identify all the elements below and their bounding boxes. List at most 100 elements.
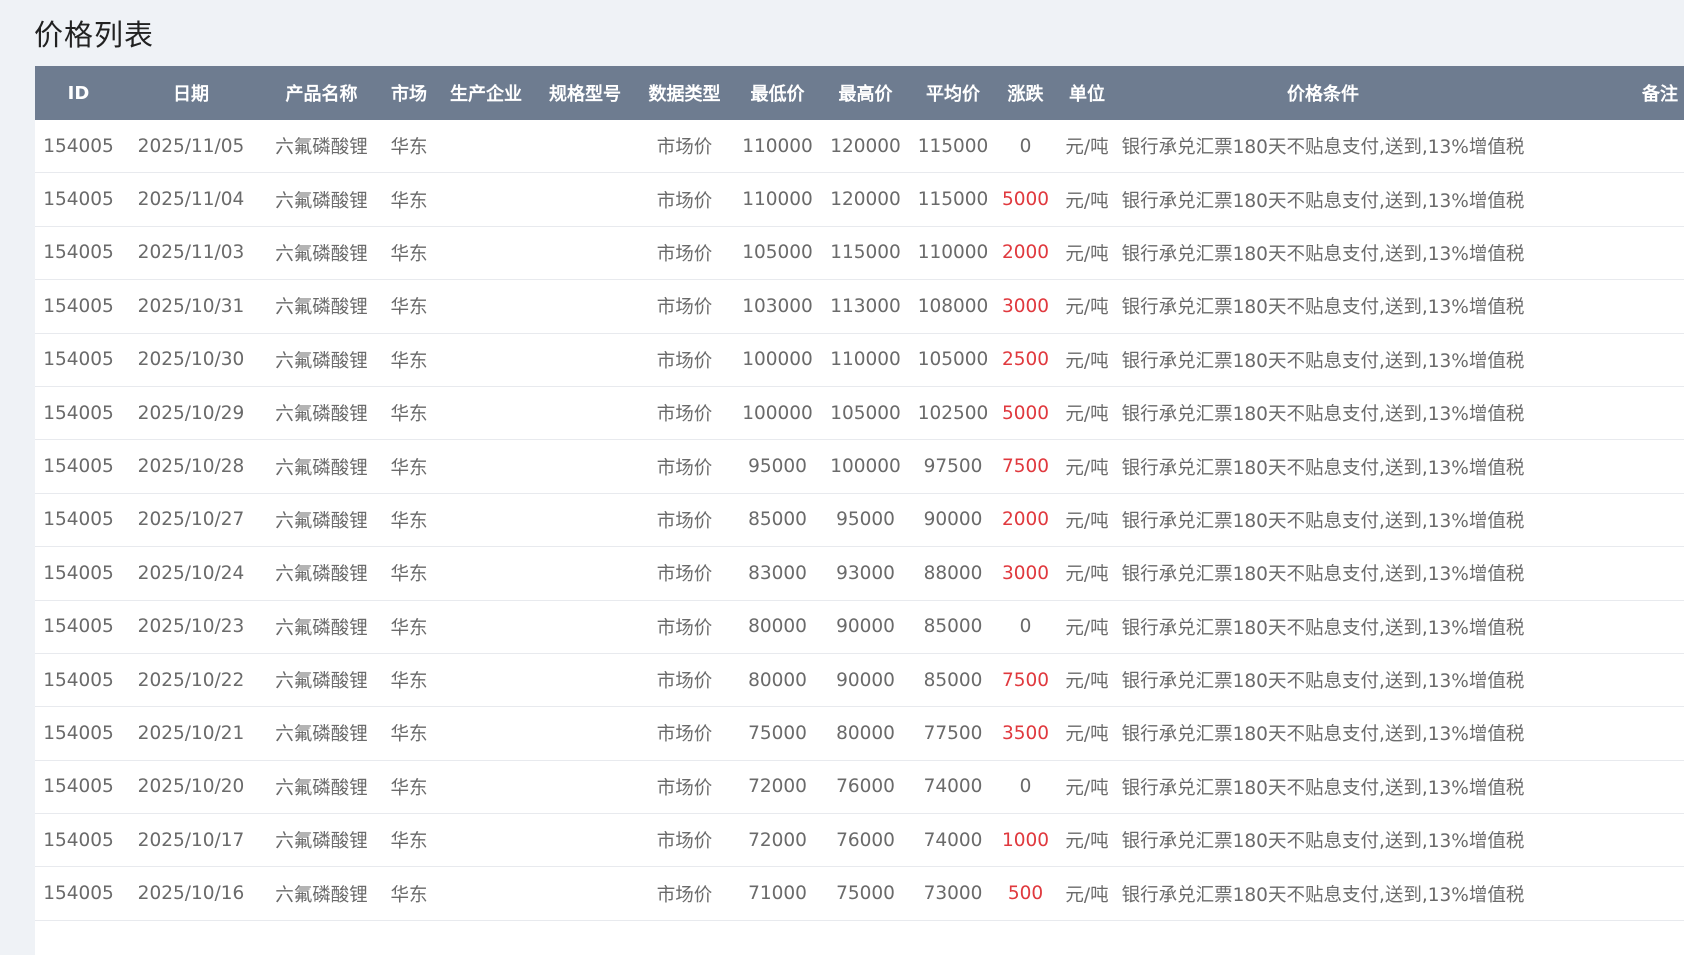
table-row[interactable]: 154005 2025/11/03 六氟磷酸锂 华东 市场价 105000 115000 11… (35, 226, 1684, 281)
cell-avg-price: 108000 (912, 279, 994, 334)
cell-market: 华东 (383, 706, 435, 761)
cell-market: 华东 (383, 760, 435, 815)
cell-remark (1529, 120, 1684, 174)
cell-spec (537, 866, 633, 921)
cell-spec (537, 546, 633, 601)
column-header-low-price[interactable]: 最低价 (736, 66, 819, 120)
table-row[interactable]: 154005 2025/10/17 六氟磷酸锂 华东 市场价 72000 76000 7400… (35, 813, 1684, 868)
cell-product: 六氟磷酸锂 (260, 706, 383, 761)
column-header-market[interactable]: 市场 (383, 66, 435, 120)
cell-product: 六氟磷酸锂 (260, 813, 383, 868)
cell-high-price: 93000 (819, 546, 912, 601)
cell-spec (537, 226, 633, 281)
table-row[interactable]: 154005 2025/10/30 六氟磷酸锂 华东 市场价 100000 110000 10… (35, 333, 1684, 387)
cell-producer (435, 653, 537, 708)
table-row[interactable]: 154005 2025/10/23 六氟磷酸锂 华东 市场价 80000 90000 8500… (35, 600, 1684, 654)
cell-unit: 元/吨 (1057, 386, 1117, 441)
cell-remark (1529, 813, 1684, 868)
cell-producer (435, 600, 537, 654)
table-row[interactable]: 154005 2025/10/21 六氟磷酸锂 华东 市场价 75000 80000 7750… (35, 706, 1684, 761)
column-header-change[interactable]: 涨跌 (994, 66, 1057, 120)
cell-high-price: 95000 (819, 493, 912, 548)
cell-change: 0 (994, 760, 1057, 815)
table-row[interactable]: 154005 2025/10/22 六氟磷酸锂 华东 市场价 80000 90000 8500… (35, 653, 1684, 708)
table-row[interactable]: 154005 2025/10/16 六氟磷酸锂 华东 市场价 71000 75000 7300… (35, 866, 1684, 921)
table-row[interactable]: 154005 2025/10/27 六氟磷酸锂 华东 市场价 85000 95000 9000… (35, 493, 1684, 548)
cell-spec (537, 172, 633, 227)
cell-unit: 元/吨 (1057, 333, 1117, 387)
price-table: ID 日期 产品名称 市场 生产企业 规格型号 数据类型 最低价 最高价 平均价… (35, 66, 1684, 921)
cell-date: 2025/10/24 (122, 546, 260, 601)
cell-data-type: 市场价 (633, 333, 736, 387)
column-header-id[interactable]: ID (35, 66, 122, 120)
column-header-price-condition[interactable]: 价格条件 (1117, 66, 1529, 120)
cell-data-type: 市场价 (633, 866, 736, 921)
cell-remark (1529, 706, 1684, 761)
cell-date: 2025/10/23 (122, 600, 260, 654)
cell-change: 3500 (994, 706, 1057, 761)
column-header-producer[interactable]: 生产企业 (435, 66, 537, 120)
cell-producer (435, 120, 537, 174)
column-header-remark[interactable]: 备注 (1529, 66, 1684, 120)
cell-date: 2025/11/05 (122, 120, 260, 174)
cell-product: 六氟磷酸锂 (260, 653, 383, 708)
cell-unit: 元/吨 (1057, 600, 1117, 654)
column-header-spec[interactable]: 规格型号 (537, 66, 633, 120)
cell-spec (537, 493, 633, 548)
cell-price-condition: 银行承兑汇票180天不贴息支付,送到,13%增值税 (1117, 706, 1529, 761)
cell-id: 154005 (35, 706, 122, 761)
cell-product: 六氟磷酸锂 (260, 226, 383, 281)
cell-unit: 元/吨 (1057, 546, 1117, 601)
cell-remark (1529, 386, 1684, 441)
cell-market: 华东 (383, 600, 435, 654)
column-header-product[interactable]: 产品名称 (260, 66, 383, 120)
cell-avg-price: 115000 (912, 172, 994, 227)
cell-unit: 元/吨 (1057, 120, 1117, 174)
column-header-unit[interactable]: 单位 (1057, 66, 1117, 120)
cell-data-type: 市场价 (633, 706, 736, 761)
column-header-date[interactable]: 日期 (122, 66, 260, 120)
page-title: 价格列表 (34, 18, 155, 52)
table-row[interactable]: 154005 2025/11/05 六氟磷酸锂 华东 市场价 110000 120000 11… (35, 120, 1684, 174)
cell-low-price: 103000 (736, 279, 819, 334)
table-row[interactable]: 154005 2025/10/20 六氟磷酸锂 华东 市场价 72000 76000 7400… (35, 760, 1684, 815)
table-row[interactable]: 154005 2025/10/29 六氟磷酸锂 华东 市场价 100000 105000 10… (35, 386, 1684, 441)
cell-product: 六氟磷酸锂 (260, 760, 383, 815)
cell-producer (435, 226, 537, 281)
cell-remark (1529, 760, 1684, 815)
cell-market: 华东 (383, 546, 435, 601)
cell-change: 3000 (994, 279, 1057, 334)
cell-low-price: 95000 (736, 439, 819, 494)
column-header-high-price[interactable]: 最高价 (819, 66, 912, 120)
cell-high-price: 105000 (819, 386, 912, 441)
cell-unit: 元/吨 (1057, 279, 1117, 334)
cell-change: 7500 (994, 439, 1057, 494)
cell-low-price: 72000 (736, 813, 819, 868)
table-row[interactable]: 154005 2025/10/28 六氟磷酸锂 华东 市场价 95000 100000 975… (35, 439, 1684, 494)
cell-spec (537, 120, 633, 174)
cell-avg-price: 90000 (912, 493, 994, 548)
column-header-data-type[interactable]: 数据类型 (633, 66, 736, 120)
cell-price-condition: 银行承兑汇票180天不贴息支付,送到,13%增值税 (1117, 386, 1529, 441)
cell-spec (537, 653, 633, 708)
cell-price-condition: 银行承兑汇票180天不贴息支付,送到,13%增值税 (1117, 172, 1529, 227)
cell-high-price: 120000 (819, 120, 912, 174)
cell-remark (1529, 333, 1684, 387)
cell-spec (537, 706, 633, 761)
cell-producer (435, 386, 537, 441)
cell-low-price: 80000 (736, 600, 819, 654)
cell-data-type: 市场价 (633, 546, 736, 601)
cell-id: 154005 (35, 760, 122, 815)
table-row[interactable]: 154005 2025/11/04 六氟磷酸锂 华东 市场价 110000 120000 11… (35, 172, 1684, 227)
cell-id: 154005 (35, 546, 122, 601)
cell-producer (435, 439, 537, 494)
table-row[interactable]: 154005 2025/10/24 六氟磷酸锂 华东 市场价 83000 93000 8800… (35, 546, 1684, 601)
cell-price-condition: 银行承兑汇票180天不贴息支付,送到,13%增值税 (1117, 546, 1529, 601)
column-header-avg-price[interactable]: 平均价 (912, 66, 994, 120)
table-body: 154005 2025/11/05 六氟磷酸锂 华东 市场价 110000 120000 11… (35, 120, 1684, 921)
cell-high-price: 75000 (819, 866, 912, 921)
cell-high-price: 113000 (819, 279, 912, 334)
cell-remark (1529, 226, 1684, 281)
table-row[interactable]: 154005 2025/10/31 六氟磷酸锂 华东 市场价 103000 113000 10… (35, 279, 1684, 334)
cell-low-price: 75000 (736, 706, 819, 761)
